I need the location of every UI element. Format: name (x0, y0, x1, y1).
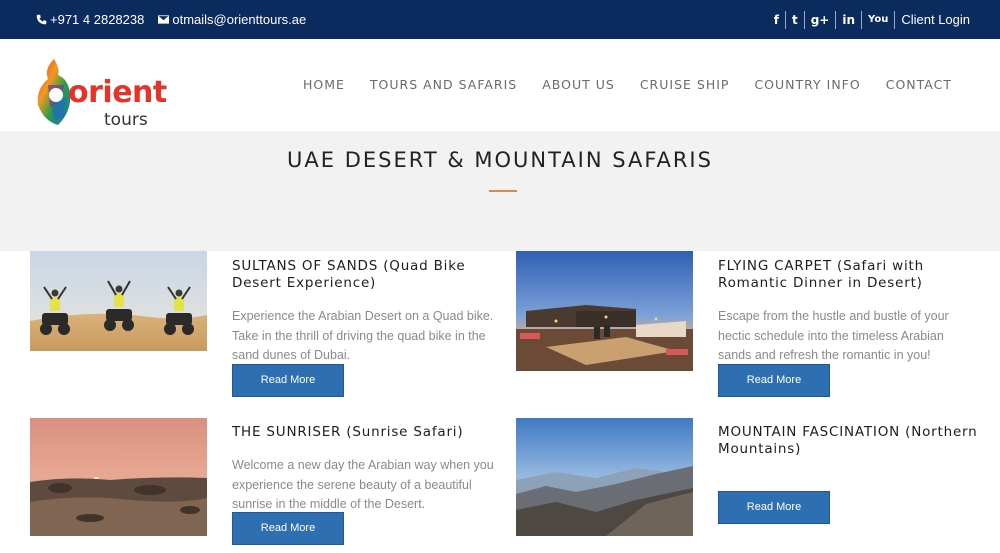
card-description-flying-carpet: Escape from the hustle and bustle of you… (718, 309, 949, 362)
card-title-sultans-of-sands[interactable]: SULTANS OF SANDS (Quad Bike Desert Exper… (232, 258, 482, 292)
read-more-button-mountain-fascination[interactable]: Read More (718, 491, 830, 524)
title-underline (489, 190, 517, 192)
flying-carpet-photo[interactable] (516, 251, 693, 371)
nav-about-us[interactable]: ABOUT US (542, 77, 615, 92)
google-plus-icon[interactable]: g+ (805, 10, 837, 29)
card-description-the-sunriser: Welcome a new day the Arabian way when y… (232, 458, 494, 511)
email-contact[interactable]: otmails@orienttours.ae (158, 12, 306, 27)
site-header: orient tours HOME TOURS AND SAFARIS ABOU… (0, 39, 1000, 131)
card-title-flying-carpet[interactable]: FLYING CARPET (Safari with Romantic Dinn… (718, 258, 978, 292)
linkedin-icon[interactable]: in (836, 10, 863, 29)
twitter-icon[interactable]: t (786, 10, 805, 29)
read-more-button-sultans-of-sands[interactable]: Read More (232, 364, 344, 397)
mountain-fascination-photo[interactable] (516, 418, 693, 536)
phone-contact[interactable]: +971 4 2828238 (36, 12, 144, 27)
client-login-link[interactable]: Client Login (895, 12, 970, 27)
page-title: UAE DESERT & MOUNTAIN SAFARIS (287, 148, 713, 172)
nav-cruise-ship[interactable]: CRUISE SHIP (640, 77, 730, 92)
logo-wordmark: orient (68, 75, 167, 110)
social-links: f t g+ in You Client Login (768, 0, 970, 39)
main-navigation: HOME TOURS AND SAFARIS ABOUT US CRUISE S… (303, 77, 952, 92)
nav-contact[interactable]: CONTACT (886, 77, 952, 92)
quad-bike-photo[interactable] (30, 251, 207, 351)
facebook-icon[interactable]: f (768, 10, 786, 29)
phone-icon (36, 14, 47, 25)
read-more-button-the-sunriser[interactable]: Read More (232, 512, 344, 545)
page-title-band: UAE DESERT & MOUNTAIN SAFARIS (0, 131, 1000, 251)
orient-tours-logo[interactable]: orient tours (34, 55, 184, 131)
read-more-button-flying-carpet[interactable]: Read More (718, 364, 830, 397)
top-bar: +971 4 2828238 otmails@orienttours.ae f … (0, 0, 1000, 39)
envelope-icon (158, 15, 170, 24)
logo-subtitle: tours (104, 110, 148, 130)
card-title-the-sunriser[interactable]: THE SUNRISER (Sunrise Safari) (232, 424, 492, 441)
email-address[interactable]: otmails@orienttours.ae (172, 12, 306, 27)
sunrise-safari-photo[interactable] (30, 418, 207, 536)
youtube-icon[interactable]: You (862, 10, 896, 29)
card-title-mountain-fascination[interactable]: MOUNTAIN FASCINATION (Northern Mountains… (718, 424, 978, 458)
nav-tours-and-safaris[interactable]: TOURS AND SAFARIS (370, 77, 517, 92)
contact-info: +971 4 2828238 otmails@orienttours.ae (36, 0, 306, 39)
nav-home[interactable]: HOME (303, 77, 345, 92)
card-description-sultans-of-sands: Experience the Arabian Desert on a Quad … (232, 309, 494, 362)
nav-country-info[interactable]: COUNTRY INFO (754, 77, 860, 92)
phone-number[interactable]: +971 4 2828238 (50, 12, 144, 27)
